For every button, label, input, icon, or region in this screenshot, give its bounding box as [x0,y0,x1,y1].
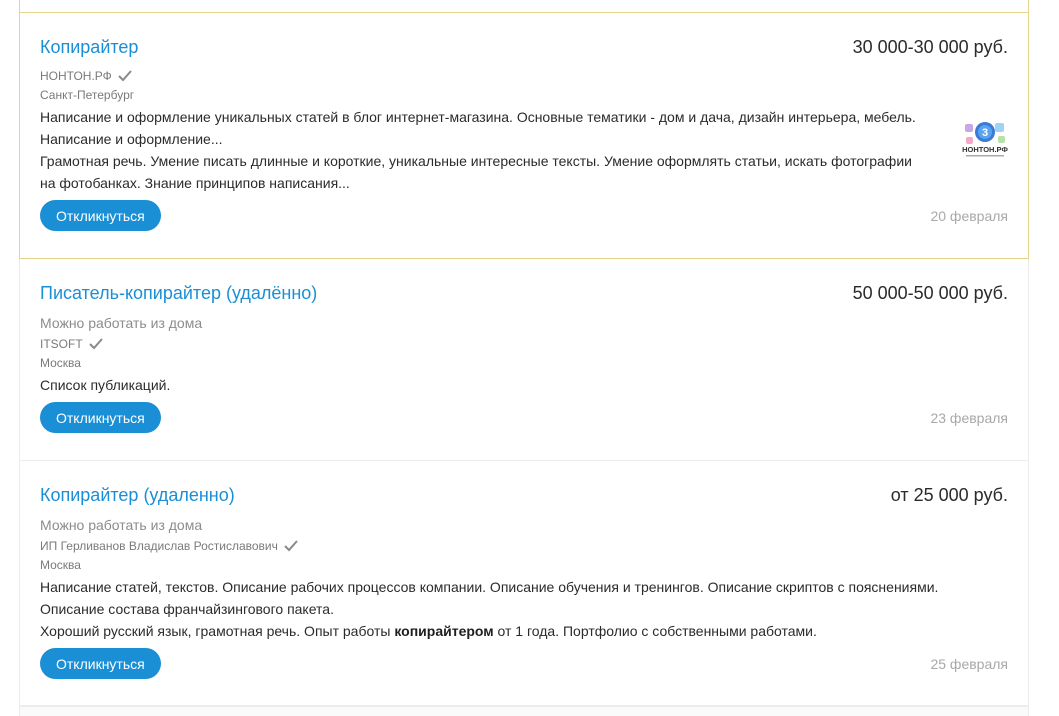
vacancy-salary: 30 000-30 000 руб. [852,37,1008,57]
next-card-edge [19,706,1029,716]
vacancy-date: 23 февраля [930,409,1008,426]
vacancy-salary: от 25 000 руб. [890,485,1008,505]
remote-work-label: Можно работать из дома [40,315,203,331]
vacancy-title-link[interactable]: Копирайтер [40,33,138,61]
svg-text:3: 3 [982,127,988,139]
vacancy-description: Написание и оформление уникальных статей… [40,106,960,194]
employer-name[interactable]: ITSOFT [40,335,83,353]
description-text: от 1 года. Портфолио с собственными рабо… [493,623,817,639]
previous-card-edge [19,0,1029,13]
respond-button[interactable]: Откликнуться [40,200,161,231]
vacancy-card: Писатель-копирайтер (удалённо) 50 000-50… [19,259,1029,461]
vacancy-card: Копирайтер (удаленно) от 25 000 руб. Мож… [19,461,1029,706]
employer-row: ITSOFT [40,335,1008,353]
description-line: Написание и оформление... [40,131,223,147]
vacancy-description: Список публикаций. [40,374,960,396]
verified-checkmark-icon [88,338,103,350]
highlighted-keyword: копирайтером [394,623,494,639]
vacancy-title-link[interactable]: Копирайтер (удаленно) [40,481,235,509]
description-line: на фотобанках. Знание принципов написани… [40,175,350,191]
vacancy-salary: 50 000-50 000 руб. [852,283,1008,303]
vacancy-card: Копирайтер 30 000-30 000 руб. НОНТОН.РФ … [19,13,1029,259]
respond-button[interactable]: Откликнуться [40,648,161,679]
description-line: Описание состава франчайзингового пакета… [40,601,334,617]
verified-checkmark-icon [284,540,298,552]
remote-work-label: Можно работать из дома [40,517,203,533]
vacancy-city: Санкт-Петербург [40,88,135,102]
description-line: Грамотная речь. Умение писать длинные и … [40,153,912,169]
vacancy-city: Москва [40,356,81,370]
logo-text: НОНТОН.РФ [962,145,1008,154]
description-text: Хороший русский язык, грамотная речь. Оп… [40,623,395,639]
employer-name[interactable]: ИП Герливанов Владислав Ростиславович [40,537,278,555]
company-logo[interactable]: 3 НОНТОН.РФ [962,120,1008,160]
vacancy-title-link[interactable]: Писатель-копирайтер (удалённо) [40,279,317,307]
description-line: Написание и оформление уникальных статей… [40,109,916,125]
employer-row: ИП Герливанов Владислав Ростиславович [40,537,1008,555]
vacancy-city: Москва [40,558,81,572]
description-line: Хороший русский язык, грамотная речь. Оп… [40,620,960,642]
verified-checkmark-icon [118,70,132,82]
employer-name[interactable]: НОНТОН.РФ [40,67,112,85]
respond-button[interactable]: Откликнуться [40,402,161,433]
description-line: Список публикаций. [40,377,171,393]
vacancy-date: 20 февраля [930,207,1008,224]
vacancy-list: Копирайтер 30 000-30 000 руб. НОНТОН.РФ … [19,0,1029,716]
employer-row: НОНТОН.РФ [40,67,1008,85]
description-line: Написание статей, текстов. Описание рабо… [40,579,939,595]
vacancy-description: Написание статей, текстов. Описание рабо… [40,576,960,642]
vacancy-date: 25 февраля [930,655,1008,672]
